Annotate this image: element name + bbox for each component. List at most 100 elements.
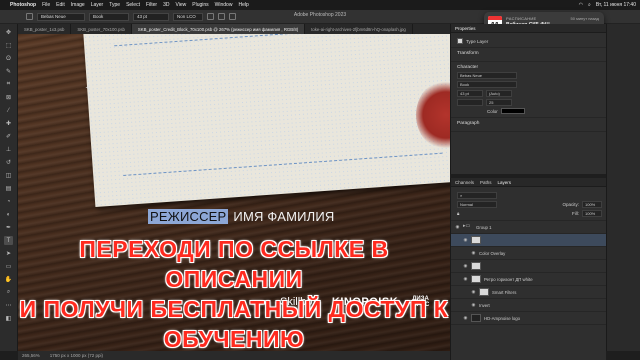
tab-properties[interactable]: Properties: [455, 26, 476, 31]
align-right-icon[interactable]: [229, 13, 236, 20]
eye-icon[interactable]: ◉: [471, 302, 476, 308]
eraser-tool-icon[interactable]: ◫: [4, 171, 13, 180]
text-orientation-icon[interactable]: [26, 13, 33, 20]
doc-tab-active[interactable]: SKB_poster_Credit_Block_70x100.psb @ 267…: [131, 24, 306, 34]
folder-icon: ▸▭: [463, 223, 471, 229]
menu-type[interactable]: Type: [109, 2, 120, 8]
clock-text[interactable]: Вт, 11 июня 17:40: [596, 2, 636, 8]
anti-alias-select[interactable]: Non LCO: [173, 12, 203, 21]
marquee-tool-icon[interactable]: ⬚: [4, 41, 13, 50]
effect-row[interactable]: ◉ Invert: [451, 299, 606, 312]
text-color-swatch[interactable]: [500, 108, 525, 114]
dodge-tool-icon[interactable]: ◐: [4, 210, 13, 219]
blend-mode-select[interactable]: Normal: [457, 201, 497, 208]
hand-tool-icon[interactable]: ✋: [4, 275, 13, 284]
document-canvas[interactable]: ✦ РЕЖИССЕР ИМЯ ФАМИЛИЯ Skillbox KINOPOIS…: [18, 34, 450, 351]
history-brush-icon[interactable]: ↺: [4, 158, 13, 167]
doc-tab[interactable]: SKB_poster_1х3.psb: [18, 24, 72, 34]
char-kerning-field[interactable]: [457, 99, 483, 106]
transform-section[interactable]: Transform: [457, 51, 602, 56]
gradient-tool-icon[interactable]: ▤: [4, 184, 13, 193]
menu-file[interactable]: File: [42, 2, 50, 8]
eye-icon[interactable]: ◉: [463, 276, 468, 282]
menu-view[interactable]: View: [176, 2, 187, 8]
char-font-style[interactable]: Book: [457, 81, 517, 88]
eyedropper-tool-icon[interactable]: ⁄: [4, 106, 13, 115]
blur-tool-icon[interactable]: ◔: [4, 197, 13, 206]
tab-paths[interactable]: Paths: [480, 180, 492, 185]
notification-ago: 50 минут назад: [570, 16, 599, 21]
font-family-select[interactable]: Bebas Neue: [37, 12, 85, 21]
eye-icon[interactable]: ◉: [471, 289, 476, 295]
menu-image[interactable]: Image: [71, 2, 85, 8]
credit-text-layer[interactable]: РЕЖИССЕР ИМЯ ФАМИЛИЯ: [148, 209, 335, 224]
wifi-icon[interactable]: ◠: [579, 2, 583, 8]
more-tools-icon[interactable]: ⋯: [4, 301, 13, 310]
eye-icon[interactable]: ◉: [471, 250, 476, 256]
menu-layer[interactable]: Layer: [91, 2, 104, 8]
brush-tool-icon[interactable]: ✐: [4, 132, 13, 141]
effect-row[interactable]: ◉ Smart Filters: [451, 286, 606, 299]
quick-select-tool-icon[interactable]: ✎: [4, 67, 13, 76]
layer-row[interactable]: ◉ ▸▭ Group 1: [451, 221, 606, 234]
tab-layers[interactable]: Layers: [498, 180, 512, 185]
align-left-icon[interactable]: [207, 13, 214, 20]
layer-filter-kind[interactable]: ⌕: [457, 192, 497, 199]
zoom-tool-icon[interactable]: ⌕: [4, 288, 13, 297]
color-swatches-icon[interactable]: ◧: [4, 314, 13, 323]
menu-edit[interactable]: Edit: [56, 2, 65, 8]
doc-tab[interactable]: SKB_poster_70x100.psb: [71, 24, 132, 34]
path-select-icon[interactable]: ➤: [4, 249, 13, 258]
font-style-select[interactable]: Book: [89, 12, 129, 21]
effect-row[interactable]: ◉ Color Overlay: [451, 247, 606, 260]
tools-panel: ✥ ⬚ ʘ ✎ ⌗ ⊠ ⁄ ✚ ✐ ⊥ ↺ ◫ ▤ ◔ ◐ ✒ T ➤ ▭ ✋ …: [0, 24, 18, 351]
frame-tool-icon[interactable]: ⊠: [4, 93, 13, 102]
promo-line: И ПОЛУЧИ БЕСПЛАТНЫЙ ДОСТУП К: [19, 296, 449, 322]
align-center-icon[interactable]: [218, 13, 225, 20]
layer-row-selected[interactable]: ◉: [451, 234, 606, 247]
panel-icon-strip: [606, 24, 640, 351]
eye-icon[interactable]: ◉: [463, 263, 468, 269]
opacity-field[interactable]: 100%: [582, 201, 602, 208]
menu-window[interactable]: Window: [215, 2, 233, 8]
char-font-family[interactable]: Bebas Neue: [457, 72, 517, 79]
stamp-tool-icon[interactable]: ⊥: [4, 145, 13, 154]
menu-help[interactable]: Help: [238, 2, 248, 8]
shape-tool-icon[interactable]: ▭: [4, 262, 13, 271]
menu-3d[interactable]: 3D: [163, 2, 169, 8]
menu-select[interactable]: Select: [126, 2, 140, 8]
char-size-field[interactable]: 43 pt: [457, 90, 483, 97]
pen-tool-icon[interactable]: ✒: [4, 223, 13, 232]
lasso-tool-icon[interactable]: ʘ: [4, 54, 13, 63]
char-tracking-field[interactable]: 25: [486, 99, 512, 106]
layer-row[interactable]: ◉ Ретро горизонт ДП white: [451, 273, 606, 286]
promo-line: ПЕРЕХОДИ ПО ССЫЛКЕ В ОПИСАНИИ: [79, 236, 389, 292]
zoom-level[interactable]: 265,56%: [22, 353, 40, 358]
doc-tab[interactable]: toke-ai-right-archives-2fjbm6d8n-hQ-onap…: [305, 24, 413, 34]
layer-row[interactable]: ◉: [451, 260, 606, 273]
type-tool-icon[interactable]: T: [4, 236, 13, 245]
tab-channels[interactable]: Channels: [455, 180, 474, 185]
eye-icon[interactable]: ◉: [463, 315, 468, 321]
document-size[interactable]: 1750 px x 1000 px (72 ppi): [50, 353, 103, 358]
fill-field[interactable]: 100%: [582, 210, 602, 217]
eye-icon[interactable]: ◉: [463, 237, 468, 243]
layer-thumbnail: [471, 314, 481, 322]
layer-row[interactable]: ◉ HD-Ampnoise logo: [451, 312, 606, 325]
crop-tool-icon[interactable]: ⌗: [4, 80, 13, 89]
eye-icon[interactable]: ◉: [455, 224, 460, 230]
font-size-select[interactable]: 43 pt: [133, 12, 169, 21]
menu-plugins[interactable]: Plugins: [192, 2, 208, 8]
promo-overlay-text: ПЕРЕХОДИ ПО ССЫЛКЕ В ОПИСАНИИ И ПОЛУЧИ Б…: [18, 234, 450, 351]
character-section[interactable]: Character: [457, 65, 602, 70]
paper-image: [81, 34, 450, 208]
paragraph-section[interactable]: Paragraph: [457, 121, 602, 126]
search-icon[interactable]: ⌕: [588, 2, 591, 8]
color-label: Color: [487, 108, 498, 114]
menu-filter[interactable]: Filter: [146, 2, 157, 8]
lock-icon[interactable]: 🔒︎: [457, 211, 459, 216]
char-leading-field[interactable]: (Auto): [486, 90, 512, 97]
move-tool-icon[interactable]: ✥: [4, 28, 13, 37]
healing-tool-icon[interactable]: ✚: [4, 119, 13, 128]
menu-photoshop[interactable]: Photoshop: [10, 2, 36, 8]
